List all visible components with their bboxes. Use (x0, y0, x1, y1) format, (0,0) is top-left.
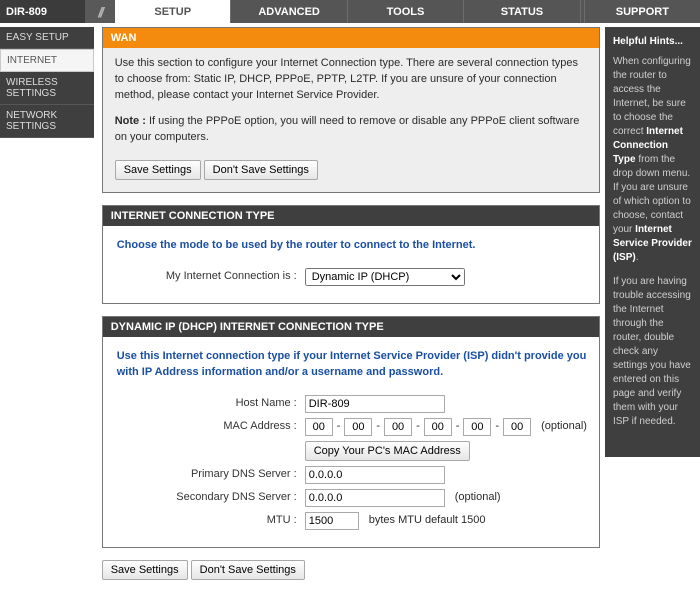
host-name-label: Host Name : (115, 396, 305, 412)
wan-panel: WAN Use this section to configure your I… (102, 27, 600, 193)
mac-sep: - (456, 419, 460, 435)
ict-panel: INTERNET CONNECTION TYPE Choose the mode… (102, 205, 600, 304)
mac-octet-3[interactable] (384, 418, 412, 436)
sidebar-item-internet[interactable]: INTERNET (0, 49, 94, 72)
dhcp-body: Use this Internet connection type if you… (103, 337, 599, 547)
mtu-input[interactable] (305, 512, 359, 530)
mac-sep: - (376, 419, 380, 435)
hints-p1: When configuring the router to access th… (613, 55, 692, 265)
mac-sep: - (416, 419, 420, 435)
mtu-label: MTU : (115, 513, 305, 529)
mac-octet-5[interactable] (463, 418, 491, 436)
sidebar-item-wireless[interactable]: WIRELESS SETTINGS (0, 72, 94, 105)
mac-sep: - (337, 419, 341, 435)
mtu-suffix: bytes MTU default 1500 (369, 513, 486, 529)
tab-status[interactable]: STATUS (463, 0, 579, 23)
mac-octet-1[interactable] (305, 418, 333, 436)
save-button[interactable]: Save Settings (115, 160, 201, 180)
tab-setup[interactable]: SETUP (115, 0, 230, 23)
mac-octet-6[interactable] (503, 418, 531, 436)
mac-sep: - (495, 419, 499, 435)
wan-intro: Use this section to configure your Inter… (115, 56, 587, 104)
primary-dns-label: Primary DNS Server : (115, 467, 305, 483)
tab-support[interactable]: SUPPORT (584, 0, 700, 23)
wan-note-label: Note : (115, 115, 146, 127)
main-tabs: SETUP ADVANCED TOOLS STATUS SUPPORT (115, 0, 700, 23)
hints-p2: If you are having trouble accessing the … (613, 275, 692, 429)
mac-label: MAC Address : (115, 419, 305, 435)
copy-mac-button[interactable]: Copy Your PC's MAC Address (305, 441, 470, 461)
bottom-button-row: Save Settings Don't Save Settings (102, 560, 600, 580)
main-content: WAN Use this section to configure your I… (94, 27, 605, 590)
tab-advanced[interactable]: ADVANCED (230, 0, 346, 23)
topbar: DIR-809 // SETUP ADVANCED TOOLS STATUS S… (0, 0, 700, 23)
ict-body: Choose the mode to be used by the router… (103, 226, 599, 303)
sdns-optional-label: (optional) (455, 490, 501, 506)
sidebar-item-easy-setup[interactable]: EASY SETUP (0, 27, 94, 49)
save-button-bottom[interactable]: Save Settings (102, 560, 188, 580)
wan-body: Use this section to configure your Inter… (103, 48, 599, 192)
wan-title: WAN (103, 28, 599, 48)
dont-save-button[interactable]: Don't Save Settings (204, 160, 318, 180)
host-name-input[interactable] (305, 395, 445, 413)
hints-title: Helpful Hints... (613, 35, 692, 49)
slash-decor: // (85, 0, 115, 23)
dhcp-intro: Use this Internet connection type if you… (117, 349, 587, 381)
primary-dns-input[interactable] (305, 466, 445, 484)
ict-intro: Choose the mode to be used by the router… (117, 238, 587, 254)
ict-label: My Internet Connection is : (115, 269, 305, 285)
dhcp-panel: DYNAMIC IP (DHCP) INTERNET CONNECTION TY… (102, 316, 600, 548)
dhcp-title: DYNAMIC IP (DHCP) INTERNET CONNECTION TY… (103, 317, 599, 337)
mac-optional-label: (optional) (541, 419, 587, 435)
mac-octet-4[interactable] (424, 418, 452, 436)
secondary-dns-label: Secondary DNS Server : (115, 490, 305, 506)
ict-title: INTERNET CONNECTION TYPE (103, 206, 599, 226)
dont-save-button-bottom[interactable]: Don't Save Settings (191, 560, 305, 580)
connection-type-select[interactable]: Dynamic IP (DHCP) (305, 268, 465, 286)
helpful-hints: Helpful Hints... When configuring the ro… (605, 27, 700, 457)
model-label: DIR-809 (0, 0, 85, 23)
mac-octet-2[interactable] (344, 418, 372, 436)
sidebar-item-network[interactable]: NETWORK SETTINGS (0, 105, 94, 138)
sidebar: EASY SETUP INTERNET WIRELESS SETTINGS NE… (0, 27, 94, 138)
tab-tools[interactable]: TOOLS (347, 0, 463, 23)
secondary-dns-input[interactable] (305, 489, 445, 507)
wan-note-text: If using the PPPoE option, you will need… (115, 115, 580, 143)
